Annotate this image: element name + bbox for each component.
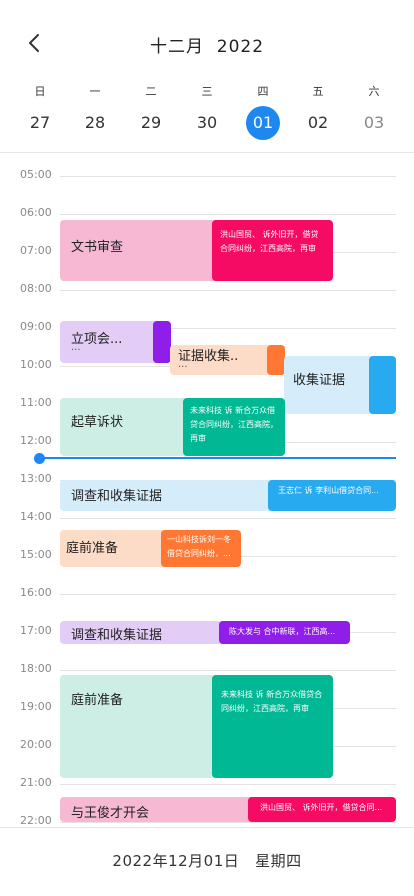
event-color-tab[interactable] bbox=[369, 356, 396, 414]
event-title: 与王俊才开会 bbox=[71, 806, 150, 821]
event-note[interactable]: 未来科技 诉 新合万众借贷合同纠纷，江西高院，再审 bbox=[183, 398, 285, 456]
event-color-tab[interactable] bbox=[153, 321, 171, 363]
event-note[interactable]: 陈大发与 合中新联，江西高... bbox=[219, 621, 350, 644]
hour-gridline bbox=[60, 214, 396, 215]
hour-label: 21:00 bbox=[20, 776, 52, 789]
hour-row: 14:00 bbox=[0, 510, 414, 523]
weekday-label: 二 bbox=[145, 85, 157, 98]
hour-label: 06:00 bbox=[20, 206, 52, 219]
event-block[interactable]: 庭前准备 bbox=[60, 675, 220, 778]
event-note[interactable]: 未来科技 诉 新合万众借贷合同纠纷，江西高院，再审 bbox=[212, 675, 333, 778]
hour-gridline bbox=[60, 518, 396, 519]
hour-row: 06:00 bbox=[0, 206, 414, 219]
hour-row: 16:00 bbox=[0, 586, 414, 599]
day-cell-sun[interactable]: 日 27 bbox=[12, 84, 68, 140]
hour-label: 20:00 bbox=[20, 738, 52, 751]
hour-label: 12:00 bbox=[20, 434, 52, 447]
weekday-label: 日 bbox=[34, 85, 46, 98]
event-block[interactable]: 起草诉状 bbox=[60, 398, 192, 456]
hour-label: 11:00 bbox=[20, 396, 52, 409]
weekday-label: 六 bbox=[368, 85, 380, 98]
month-year-title[interactable]: 十二月 2022 bbox=[0, 32, 414, 57]
event-title: 起草诉状 bbox=[71, 415, 124, 430]
hour-row: 22:00 bbox=[0, 814, 414, 827]
event-block[interactable]: 庭前准备 bbox=[60, 530, 170, 567]
hour-gridline bbox=[60, 290, 396, 291]
event-title: 调查和收集证据 bbox=[71, 628, 163, 643]
hour-label: 08:00 bbox=[20, 282, 52, 295]
hour-label: 19:00 bbox=[20, 700, 52, 713]
hour-label: 22:00 bbox=[20, 814, 52, 827]
hour-label: 10:00 bbox=[20, 358, 52, 371]
hour-label: 07:00 bbox=[20, 244, 52, 257]
hour-row: 05:00 bbox=[0, 168, 414, 181]
day-cell-mon[interactable]: 一 28 bbox=[67, 84, 123, 140]
weekday-label: 四 bbox=[257, 85, 269, 98]
day-number: 30 bbox=[196, 113, 218, 132]
event-note-text: 洪山国贸、 诉外旧开，借贷合同纠纷，江西高院，再审 bbox=[220, 230, 319, 253]
event-block[interactable]: 收集证据 bbox=[284, 356, 378, 414]
hour-row: 21:00 bbox=[0, 776, 414, 789]
event-note-text: 一山科技诉刘一冬借贷合同纠纷，... bbox=[167, 535, 231, 558]
hour-gridline bbox=[60, 176, 396, 177]
event-block[interactable]: 文书审查 bbox=[60, 220, 220, 281]
weekday-label: 五 bbox=[312, 85, 324, 98]
event-note[interactable]: 洪山国贸、 诉外旧开，借贷合同... bbox=[248, 797, 396, 822]
day-number: 03 bbox=[363, 113, 385, 132]
event-block[interactable]: 调查和收集证据 bbox=[60, 621, 228, 644]
weekday-label: 三 bbox=[201, 85, 213, 98]
selected-date-footer: 2022年12月01日 星期四 bbox=[112, 852, 302, 870]
event-title: 收集证据 bbox=[293, 373, 346, 388]
day-number: 01 bbox=[246, 106, 280, 140]
event-note[interactable]: 王志仁 诉 李利山借贷合同... bbox=[268, 480, 396, 511]
event-title: 庭前准备 bbox=[66, 541, 119, 556]
event-note[interactable]: 一山科技诉刘一冬借贷合同纠纷，... bbox=[161, 530, 241, 567]
hour-label: 13:00 bbox=[20, 472, 52, 485]
day-number: 29 bbox=[140, 113, 162, 132]
event-title: 庭前准备 bbox=[71, 693, 124, 708]
day-number: 28 bbox=[84, 113, 106, 132]
hour-gridline bbox=[60, 822, 396, 823]
day-cell-fri[interactable]: 五 02 bbox=[290, 84, 346, 140]
hour-gridline bbox=[60, 784, 396, 785]
event-note[interactable]: 洪山国贸、 诉外旧开，借贷合同纠纷，江西高院，再审 bbox=[212, 220, 333, 281]
event-title: 文书审查 bbox=[71, 240, 124, 255]
hour-gridline bbox=[60, 594, 396, 595]
event-block[interactable]: 调查和收集证据 bbox=[60, 480, 276, 511]
event-note-text: 未来科技 诉 新合万众借贷合同纠纷，江西高院，再审 bbox=[190, 406, 278, 443]
week-strip: 日 27 一 28 二 29 三 30 四 01 五 02 六 03 bbox=[0, 84, 414, 152]
day-timeline[interactable]: 05:00 06:00 07:00 08:00 09:00 10:00 11:0… bbox=[0, 153, 414, 828]
current-time-line bbox=[40, 457, 396, 459]
hour-label: 09:00 bbox=[20, 320, 52, 333]
hour-label: 17:00 bbox=[20, 624, 52, 637]
hour-row: 08:00 bbox=[0, 282, 414, 295]
event-block[interactable]: 立项会... ... bbox=[60, 321, 162, 363]
event-note-text: 洪山国贸、 诉外旧开，借贷合同... bbox=[260, 803, 383, 812]
day-cell-wed[interactable]: 三 30 bbox=[179, 84, 235, 140]
hour-gridline bbox=[60, 670, 396, 671]
event-note-text: 王志仁 诉 李利山借贷合同... bbox=[278, 486, 379, 495]
day-number: 27 bbox=[29, 113, 51, 132]
app-header: 十二月 2022 bbox=[0, 0, 414, 88]
hour-label: 18:00 bbox=[20, 662, 52, 675]
event-color-tab[interactable] bbox=[267, 345, 285, 375]
hour-label: 14:00 bbox=[20, 510, 52, 523]
event-note-text: 陈大发与 合中新联，江西高... bbox=[229, 627, 336, 636]
event-subtitle: ... bbox=[178, 359, 188, 370]
event-block[interactable]: 与王俊才开会 bbox=[60, 797, 256, 822]
event-title: 调查和收集证据 bbox=[71, 489, 163, 504]
event-note-text: 未来科技 诉 新合万众借贷合同纠纷，江西高院，再审 bbox=[221, 690, 323, 713]
event-block[interactable]: 证据收集.. ... bbox=[170, 345, 274, 375]
weekday-label: 一 bbox=[89, 85, 101, 98]
hour-label: 16:00 bbox=[20, 586, 52, 599]
day-cell-thu-selected[interactable]: 四 01 bbox=[235, 84, 291, 140]
event-subtitle: ... bbox=[71, 342, 81, 353]
day-cell-tue[interactable]: 二 29 bbox=[123, 84, 179, 140]
hour-row: 18:00 bbox=[0, 662, 414, 675]
day-cell-sat[interactable]: 六 03 bbox=[346, 84, 402, 140]
hour-label: 05:00 bbox=[20, 168, 52, 181]
hour-label: 15:00 bbox=[20, 548, 52, 561]
day-number: 02 bbox=[307, 113, 329, 132]
